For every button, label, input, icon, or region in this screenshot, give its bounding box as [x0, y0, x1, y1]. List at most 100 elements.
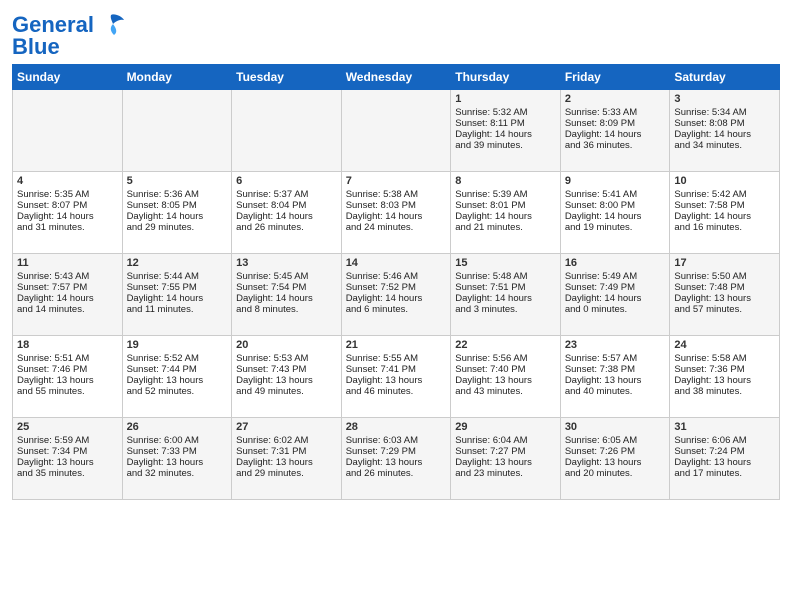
cell-content-line: Sunrise: 5:34 AM — [674, 107, 775, 118]
day-number: 6 — [236, 175, 337, 187]
cell-content-line: Sunset: 7:49 PM — [565, 282, 666, 293]
cell-content-line: Daylight: 13 hours — [565, 375, 666, 386]
calendar-cell: 23Sunrise: 5:57 AMSunset: 7:38 PMDayligh… — [560, 336, 670, 418]
cell-content-line: Sunrise: 6:02 AM — [236, 435, 337, 446]
cell-content-line: Daylight: 13 hours — [17, 457, 118, 468]
calendar-cell: 9Sunrise: 5:41 AMSunset: 8:00 PMDaylight… — [560, 172, 670, 254]
cell-content-line: and 8 minutes. — [236, 304, 337, 315]
calendar-week-1: 1Sunrise: 5:32 AMSunset: 8:11 PMDaylight… — [13, 90, 780, 172]
cell-content-line: Sunset: 8:09 PM — [565, 118, 666, 129]
cell-content-line: Sunrise: 5:56 AM — [455, 353, 556, 364]
calendar-cell: 2Sunrise: 5:33 AMSunset: 8:09 PMDaylight… — [560, 90, 670, 172]
cell-content-line: Daylight: 13 hours — [127, 375, 228, 386]
logo-bird-icon — [96, 10, 126, 40]
cell-content-line: and 38 minutes. — [674, 386, 775, 397]
calendar-week-4: 18Sunrise: 5:51 AMSunset: 7:46 PMDayligh… — [13, 336, 780, 418]
cell-content-line: and 14 minutes. — [17, 304, 118, 315]
day-number: 13 — [236, 257, 337, 269]
cell-content-line: Sunrise: 5:33 AM — [565, 107, 666, 118]
day-number: 16 — [565, 257, 666, 269]
day-number: 29 — [455, 421, 556, 433]
day-number: 11 — [17, 257, 118, 269]
cell-content-line: Sunrise: 5:44 AM — [127, 271, 228, 282]
calendar-cell — [341, 90, 451, 172]
day-number: 20 — [236, 339, 337, 351]
cell-content-line: Daylight: 14 hours — [127, 211, 228, 222]
cell-content-line: Sunrise: 5:39 AM — [455, 189, 556, 200]
calendar-cell: 13Sunrise: 5:45 AMSunset: 7:54 PMDayligh… — [232, 254, 342, 336]
day-number: 1 — [455, 93, 556, 105]
calendar-cell: 31Sunrise: 6:06 AMSunset: 7:24 PMDayligh… — [670, 418, 780, 500]
calendar-cell — [232, 90, 342, 172]
calendar-cell: 20Sunrise: 5:53 AMSunset: 7:43 PMDayligh… — [232, 336, 342, 418]
weekday-header-sunday: Sunday — [13, 65, 123, 90]
cell-content-line: Sunrise: 5:58 AM — [674, 353, 775, 364]
calendar-cell: 25Sunrise: 5:59 AMSunset: 7:34 PMDayligh… — [13, 418, 123, 500]
cell-content-line: Daylight: 13 hours — [346, 457, 447, 468]
cell-content-line: Daylight: 13 hours — [346, 375, 447, 386]
cell-content-line: Sunset: 7:31 PM — [236, 446, 337, 457]
day-number: 2 — [565, 93, 666, 105]
cell-content-line: and 55 minutes. — [17, 386, 118, 397]
day-number: 12 — [127, 257, 228, 269]
cell-content-line: Sunset: 8:00 PM — [565, 200, 666, 211]
cell-content-line: and 57 minutes. — [674, 304, 775, 315]
cell-content-line: and 43 minutes. — [455, 386, 556, 397]
header: General Blue — [12, 10, 780, 58]
logo: General Blue — [12, 10, 126, 58]
cell-content-line: Sunrise: 5:55 AM — [346, 353, 447, 364]
cell-content-line: and 11 minutes. — [127, 304, 228, 315]
day-number: 14 — [346, 257, 447, 269]
cell-content-line: Sunset: 7:41 PM — [346, 364, 447, 375]
cell-content-line: and 17 minutes. — [674, 468, 775, 479]
header-row: SundayMondayTuesdayWednesdayThursdayFrid… — [13, 65, 780, 90]
day-number: 5 — [127, 175, 228, 187]
cell-content-line: and 39 minutes. — [455, 140, 556, 151]
cell-content-line: Sunset: 7:46 PM — [17, 364, 118, 375]
day-number: 4 — [17, 175, 118, 187]
cell-content-line: Daylight: 14 hours — [346, 293, 447, 304]
cell-content-line: and 16 minutes. — [674, 222, 775, 233]
day-number: 22 — [455, 339, 556, 351]
calendar-cell — [122, 90, 232, 172]
cell-content-line: Daylight: 13 hours — [236, 457, 337, 468]
logo-text: General — [12, 14, 94, 36]
weekday-header-monday: Monday — [122, 65, 232, 90]
cell-content-line: Daylight: 13 hours — [236, 375, 337, 386]
cell-content-line: Daylight: 13 hours — [674, 457, 775, 468]
calendar-week-2: 4Sunrise: 5:35 AMSunset: 8:07 PMDaylight… — [13, 172, 780, 254]
cell-content-line: and 3 minutes. — [455, 304, 556, 315]
cell-content-line: Sunset: 7:51 PM — [455, 282, 556, 293]
cell-content-line: Sunset: 8:11 PM — [455, 118, 556, 129]
cell-content-line: and 29 minutes. — [127, 222, 228, 233]
calendar-cell: 11Sunrise: 5:43 AMSunset: 7:57 PMDayligh… — [13, 254, 123, 336]
cell-content-line: Daylight: 14 hours — [455, 293, 556, 304]
cell-content-line: and 32 minutes. — [127, 468, 228, 479]
day-number: 26 — [127, 421, 228, 433]
cell-content-line: Sunset: 8:05 PM — [127, 200, 228, 211]
cell-content-line: and 19 minutes. — [565, 222, 666, 233]
cell-content-line: Sunrise: 6:00 AM — [127, 435, 228, 446]
weekday-header-friday: Friday — [560, 65, 670, 90]
calendar-table: SundayMondayTuesdayWednesdayThursdayFrid… — [12, 64, 780, 500]
cell-content-line: Daylight: 14 hours — [565, 211, 666, 222]
cell-content-line: Sunrise: 5:38 AM — [346, 189, 447, 200]
calendar-cell: 4Sunrise: 5:35 AMSunset: 8:07 PMDaylight… — [13, 172, 123, 254]
cell-content-line: Sunset: 7:52 PM — [346, 282, 447, 293]
day-number: 21 — [346, 339, 447, 351]
cell-content-line: and 40 minutes. — [565, 386, 666, 397]
cell-content-line: Sunrise: 5:53 AM — [236, 353, 337, 364]
cell-content-line: Daylight: 13 hours — [565, 457, 666, 468]
cell-content-line: Daylight: 14 hours — [236, 293, 337, 304]
cell-content-line: Daylight: 14 hours — [455, 211, 556, 222]
day-number: 30 — [565, 421, 666, 433]
weekday-header-wednesday: Wednesday — [341, 65, 451, 90]
calendar-week-3: 11Sunrise: 5:43 AMSunset: 7:57 PMDayligh… — [13, 254, 780, 336]
calendar-week-5: 25Sunrise: 5:59 AMSunset: 7:34 PMDayligh… — [13, 418, 780, 500]
cell-content-line: and 24 minutes. — [346, 222, 447, 233]
cell-content-line: Daylight: 14 hours — [346, 211, 447, 222]
calendar-cell: 24Sunrise: 5:58 AMSunset: 7:36 PMDayligh… — [670, 336, 780, 418]
cell-content-line: Sunrise: 5:51 AM — [17, 353, 118, 364]
day-number: 17 — [674, 257, 775, 269]
day-number: 31 — [674, 421, 775, 433]
